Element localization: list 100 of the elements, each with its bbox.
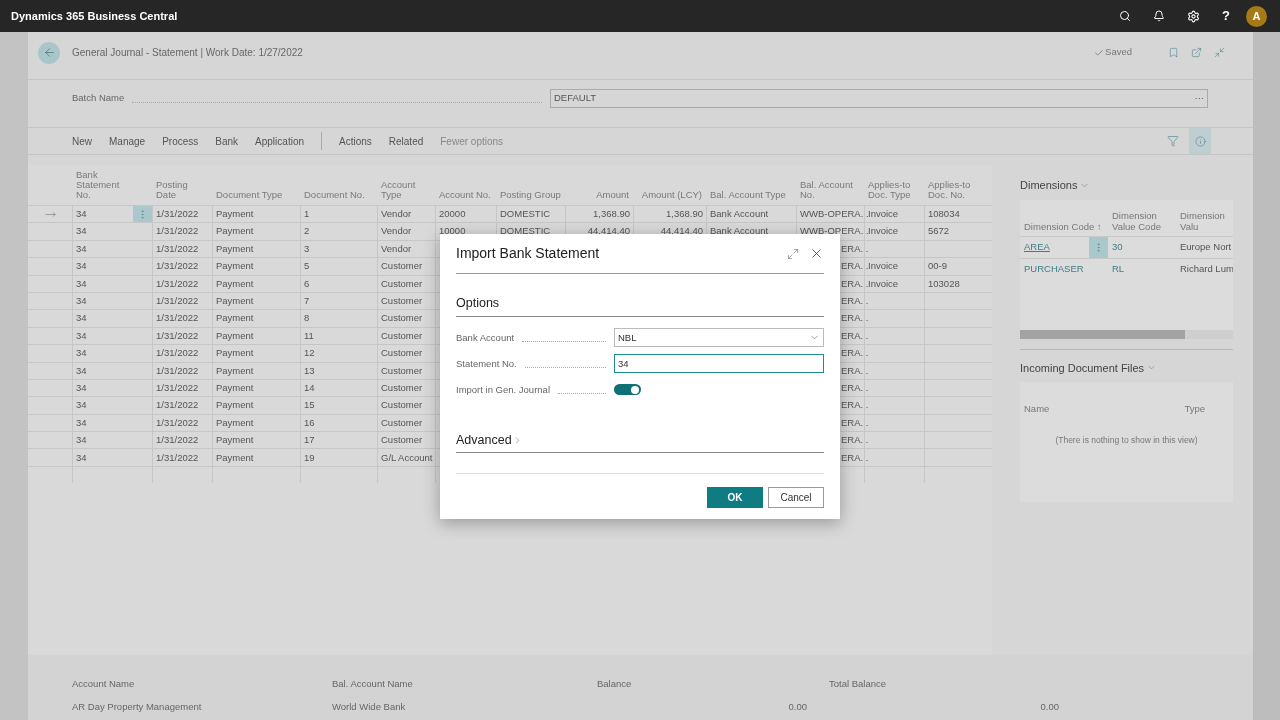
- save-status: Saved: [1105, 45, 1132, 60]
- scrollbar[interactable]: [1020, 329, 1233, 339]
- table-cell-text: Customer: [381, 294, 423, 308]
- search-icon[interactable]: [1119, 10, 1132, 22]
- bank-account-dropdown[interactable]: NBL: [614, 328, 824, 348]
- bookmark-icon[interactable]: [1168, 47, 1179, 58]
- column-header[interactable]: Applies-to Doc. Type: [864, 180, 924, 205]
- action-menu-item[interactable]: Manage: [109, 133, 146, 149]
- batch-name-field[interactable]: DEFAULT ···: [550, 89, 1208, 108]
- dimension-code-link[interactable]: PURCHASER: [1020, 261, 1089, 277]
- action-menu-item[interactable]: Process: [162, 133, 199, 149]
- close-icon[interactable]: [809, 246, 824, 261]
- more-button[interactable]: ···: [1194, 91, 1204, 106]
- total-label: Total Balance: [829, 677, 888, 691]
- toggle-switch[interactable]: [614, 384, 641, 396]
- table-cell-text: 1/31/2022: [156, 294, 199, 308]
- action-menu-item[interactable]: Fewer options: [440, 133, 504, 149]
- column-header[interactable]: Type: [1184, 402, 1205, 417]
- column-header[interactable]: Bal. Account No.: [796, 180, 864, 205]
- column-header[interactable]: Name: [1024, 402, 1050, 417]
- column-header[interactable]: Account Type: [377, 180, 435, 205]
- table-cell-text: ERA...: [841, 294, 869, 308]
- table-cell: ERA...: [841, 398, 869, 413]
- column-header[interactable]: Bal. Account Type: [706, 190, 796, 205]
- column-header[interactable]: Dimension Valu: [1176, 209, 1233, 236]
- table-cell-text: RL: [1111, 261, 1126, 276]
- bell-icon[interactable]: [1153, 10, 1166, 22]
- info-icon[interactable]: [1194, 135, 1206, 147]
- field-label: Batch Name: [72, 91, 125, 106]
- table-cell: WWB-OPERA...: [800, 224, 869, 239]
- table-cell-text: 34: [76, 328, 87, 343]
- field-label: Bank Account: [456, 330, 515, 345]
- table-cell-text: Payment: [216, 380, 254, 395]
- action-menu-item[interactable]: Application: [255, 133, 304, 149]
- table-cell: 17: [304, 433, 315, 448]
- info-button[interactable]: [1189, 128, 1211, 154]
- open-in-window-icon[interactable]: [1191, 47, 1202, 58]
- total-label: Account Name: [72, 677, 136, 691]
- table-cell: ERA...: [841, 450, 869, 465]
- table-cell: Payment: [216, 346, 254, 361]
- action-menu-item[interactable]: Actions: [339, 133, 372, 149]
- column-header[interactable]: Bank Statement No.: [72, 170, 133, 205]
- action-menu-item[interactable]: Related: [388, 133, 424, 149]
- settings-icon[interactable]: [1187, 9, 1201, 23]
- table-cell: 5672: [928, 224, 950, 239]
- advanced-section-header[interactable]: Advanced: [456, 430, 824, 453]
- column-header[interactable]: Amount (LCY): [633, 190, 706, 205]
- table-cell: Payment: [216, 224, 254, 239]
- column-header[interactable]: Posting Group: [496, 190, 565, 205]
- check-icon: [1094, 47, 1105, 58]
- arrow-left-icon[interactable]: [42, 46, 56, 59]
- table-cell: 6: [304, 276, 310, 291]
- table-cell-text: Vendor: [381, 241, 412, 256]
- column-header[interactable]: Document Type: [212, 190, 300, 205]
- ok-button[interactable]: OK: [707, 486, 763, 508]
- table-cell: Payment: [216, 259, 254, 274]
- table-cell: DOMESTIC: [500, 207, 551, 222]
- table-cell: ERA...: [841, 415, 869, 430]
- dimension-code-link[interactable]: AREA: [1020, 239, 1089, 255]
- table-cell: Customer: [381, 363, 423, 378]
- table-cell: 34: [76, 433, 87, 448]
- table-cell: DOMESTIC: [500, 224, 551, 239]
- table-cell: 20000: [439, 207, 466, 222]
- column-header[interactable]: Posting Date: [152, 180, 212, 205]
- column-header[interactable]: Dimension Value Code: [1108, 209, 1176, 236]
- cancel-button[interactable]: Cancel: [768, 486, 824, 508]
- user-avatar[interactable]: A: [1246, 5, 1267, 27]
- section-heading: Options: [456, 294, 824, 317]
- table-cell: ERA...: [841, 433, 869, 448]
- column-header[interactable]: Amount: [565, 190, 633, 205]
- table-cell-text: Payment: [216, 241, 254, 256]
- table-cell: WWB-OPERA...: [800, 207, 869, 222]
- table-cell: Invoice: [868, 224, 899, 239]
- column-header[interactable]: Account No.: [435, 190, 496, 205]
- table-cell-text: 7: [304, 294, 310, 308]
- statement-no-field[interactable]: 34: [614, 354, 824, 374]
- table-cell: Payment: [216, 415, 254, 430]
- table-cell: 34: [76, 450, 87, 465]
- table-cell: 19: [304, 450, 315, 465]
- collapse-icon[interactable]: [1214, 47, 1225, 58]
- column-header[interactable]: Dimension Code ↑: [1020, 220, 1108, 236]
- table-cell-text: 11: [304, 328, 314, 343]
- table-cell-text: ERA...: [841, 380, 869, 395]
- table-cell: Payment: [216, 363, 254, 378]
- table-cell: 16: [304, 415, 315, 430]
- column-header[interactable]: Document No.: [300, 190, 377, 205]
- action-menu-item[interactable]: New: [72, 133, 92, 149]
- total-value: 0.00: [1039, 700, 1059, 715]
- filter-icon[interactable]: [1167, 135, 1179, 147]
- table-cell: ERA...: [841, 363, 869, 378]
- table-cell: Vendor: [381, 207, 412, 222]
- total-value: AR Day Property Management: [72, 700, 203, 715]
- table-cell-text: Customer: [381, 328, 423, 343]
- column-header[interactable]: Applies-to Doc. No.: [924, 180, 992, 205]
- app-title[interactable]: Dynamics 365 Business Central: [11, 7, 178, 25]
- expand-icon[interactable]: [787, 247, 799, 260]
- help-icon[interactable]: ?: [1222, 6, 1230, 26]
- action-menu-item[interactable]: Bank: [215, 133, 239, 149]
- back-button[interactable]: [38, 41, 60, 64]
- table-cell-text: 1/31/2022: [156, 241, 199, 256]
